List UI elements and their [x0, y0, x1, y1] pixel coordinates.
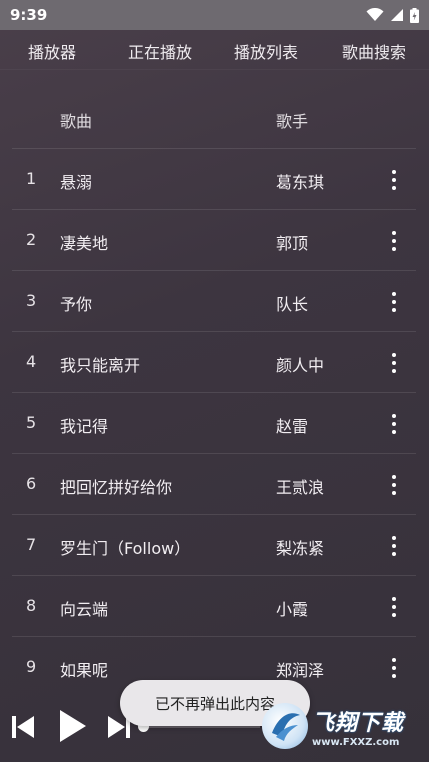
song-number: 3 [26, 291, 37, 310]
tab-now-playing[interactable]: 正在播放 [128, 39, 192, 63]
more-options-icon[interactable] [386, 352, 402, 374]
song-title: 凄美地 [60, 234, 109, 253]
song-row[interactable]: 5 我记得 赵雷 [12, 392, 416, 453]
previous-icon[interactable] [10, 714, 36, 740]
song-artist: 队长 [276, 295, 309, 314]
battery-icon [410, 7, 419, 23]
song-number: 9 [26, 657, 37, 676]
song-row[interactable]: 2 凄美地 郭顶 [12, 209, 416, 270]
top-tabs: 播放器 正在播放 播放列表 歌曲搜索 [0, 30, 429, 70]
song-number: 5 [26, 413, 37, 432]
song-list: 1 悬溺 葛东琪 2 凄美地 郭顶 3 予你 队长 4 我只能离开 颜人中 5 … [12, 148, 416, 697]
more-options-icon[interactable] [386, 230, 402, 252]
watermark-brand: 飞翔下载 [312, 710, 405, 736]
song-title: 向云端 [60, 600, 109, 619]
song-number: 4 [26, 352, 37, 371]
song-row[interactable]: 8 向云端 小霞 [12, 575, 416, 636]
more-options-icon[interactable] [386, 657, 402, 679]
song-artist: 郭顶 [276, 234, 309, 253]
status-time: 9:39 [10, 6, 48, 24]
song-title: 如果呢 [60, 661, 109, 680]
song-artist: 赵雷 [276, 417, 309, 436]
song-row[interactable]: 6 把回忆拼好给你 王贰浪 [12, 453, 416, 514]
song-number: 8 [26, 596, 37, 615]
song-artist: 小霞 [276, 600, 309, 619]
watermark-logo-icon [262, 703, 308, 749]
song-row[interactable]: 7 罗生门（Follow） 梨冻紧 [12, 514, 416, 575]
watermark-url: www.FXXZ.com [312, 736, 400, 748]
song-number: 6 [26, 474, 37, 493]
progress-track[interactable] [140, 726, 260, 728]
wifi-icon [366, 8, 384, 21]
more-options-icon[interactable] [386, 474, 402, 496]
song-artist: 王贰浪 [276, 478, 325, 497]
song-number: 1 [26, 169, 37, 188]
song-number: 7 [26, 535, 37, 554]
song-number: 2 [26, 230, 37, 249]
status-bar: 9:39 [0, 0, 429, 30]
tab-playlist[interactable]: 播放列表 [234, 39, 298, 63]
signal-icon [391, 9, 403, 21]
more-options-icon[interactable] [386, 596, 402, 618]
song-title: 罗生门（Follow） [60, 539, 191, 558]
song-title: 我记得 [60, 417, 109, 436]
play-icon[interactable] [58, 708, 88, 744]
more-options-icon[interactable] [386, 169, 402, 191]
song-artist: 梨冻紧 [276, 539, 325, 558]
more-options-icon[interactable] [386, 413, 402, 435]
more-options-icon[interactable] [386, 291, 402, 313]
header-song: 歌曲 [60, 112, 93, 131]
song-artist: 颜人中 [276, 356, 325, 375]
tab-song-search[interactable]: 歌曲搜索 [342, 39, 406, 63]
song-title: 悬溺 [60, 173, 93, 192]
more-options-icon[interactable] [386, 535, 402, 557]
tab-player[interactable]: 播放器 [28, 39, 76, 63]
song-artist: 葛东琪 [276, 173, 325, 192]
song-artist: 郑润泽 [276, 661, 325, 680]
status-icons [366, 7, 419, 23]
song-row[interactable]: 1 悬溺 葛东琪 [12, 148, 416, 209]
header-artist: 歌手 [276, 112, 309, 131]
song-row[interactable]: 3 予你 队长 [12, 270, 416, 331]
list-header: 歌曲 歌手 [0, 100, 429, 136]
song-title: 我只能离开 [60, 356, 141, 375]
song-row[interactable]: 4 我只能离开 颜人中 [12, 331, 416, 392]
song-title: 把回忆拼好给你 [60, 478, 173, 497]
song-title: 予你 [60, 295, 93, 314]
watermark: 飞翔下载 www.FXXZ.com [262, 700, 429, 752]
